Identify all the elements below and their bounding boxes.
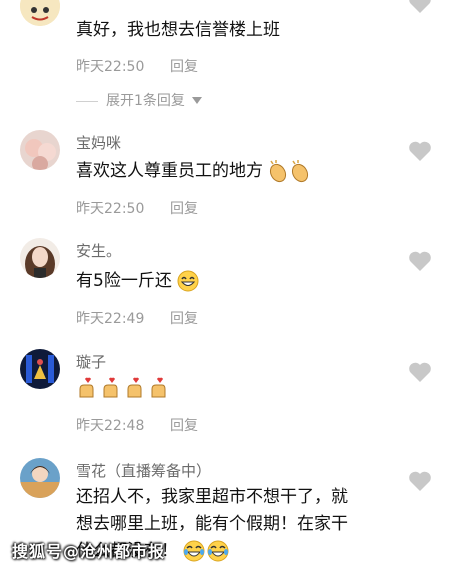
comment-1: 真好，我也想去信誉楼上班 昨天22:50 回复 展开1条回复 bbox=[0, 0, 450, 120]
chevron-down-icon bbox=[192, 97, 203, 104]
clapping-hands-icon bbox=[270, 160, 309, 183]
reply-button[interactable]: 回复 bbox=[170, 415, 198, 435]
avatar-image bbox=[20, 349, 60, 389]
comment-2: 宝妈咪 喜欢这人尊重员工的地方 昨天22:50 回复 bbox=[0, 128, 450, 228]
avatar[interactable] bbox=[20, 458, 60, 498]
user-name[interactable]: 宝妈咪 bbox=[76, 132, 121, 153]
comment-time: 昨天22:48 bbox=[76, 418, 145, 434]
watermark: 搜狐号@沧州都市报 bbox=[12, 542, 166, 561]
comment-4: 璇子 昨天22:48 回复 bbox=[0, 347, 450, 447]
finger-heart-icon bbox=[79, 377, 166, 398]
avatar-image bbox=[20, 458, 60, 498]
like-heart-icon[interactable] bbox=[408, 250, 432, 272]
user-name[interactable]: 安生。 bbox=[76, 240, 121, 261]
comment-text: 真好，我也想去信誉楼上班 bbox=[76, 20, 280, 40]
avatar-image bbox=[20, 130, 60, 170]
grinning-face-icon bbox=[177, 270, 199, 292]
expand-replies-button[interactable]: 展开1条回复 bbox=[76, 90, 203, 110]
comment-text-line-2: 想去哪里上班，能有个假期！在家干 bbox=[76, 514, 348, 534]
user-name[interactable]: 璇子 bbox=[76, 351, 106, 372]
comment-text-row bbox=[76, 376, 176, 403]
like-heart-icon[interactable] bbox=[408, 140, 432, 162]
avatar[interactable] bbox=[20, 238, 60, 278]
comment-text: 喜欢这人尊重员工的地方 bbox=[76, 161, 263, 181]
comment-text: 有5险一斤还 bbox=[76, 271, 172, 291]
comment-text-row: 喜欢这人尊重员工的地方 bbox=[76, 158, 312, 185]
avatar[interactable] bbox=[20, 130, 60, 170]
user-name[interactable]: 雪花（直播筹备中） bbox=[76, 460, 211, 481]
like-heart-icon[interactable] bbox=[408, 0, 432, 14]
like-heart-icon[interactable] bbox=[408, 361, 432, 383]
like-heart-icon[interactable] bbox=[408, 470, 432, 492]
comment-text-row: 有5险一斤还 bbox=[76, 268, 199, 295]
avatar-image bbox=[20, 238, 60, 278]
avatar-image bbox=[20, 0, 60, 26]
reply-button[interactable]: 回复 bbox=[170, 198, 198, 218]
avatar[interactable] bbox=[20, 0, 60, 26]
reply-button[interactable]: 回复 bbox=[170, 308, 198, 328]
reply-button[interactable]: 回复 bbox=[170, 56, 198, 76]
tears-of-joy-icon bbox=[183, 540, 229, 562]
avatar[interactable] bbox=[20, 349, 60, 389]
comment-text-line-1: 还招人不，我家里超市不想干了，就 bbox=[76, 487, 348, 507]
divider bbox=[76, 100, 98, 102]
comment-time: 昨天22:49 bbox=[76, 311, 145, 327]
comment-3: 安生。 有5险一斤还 昨天22:49 回复 bbox=[0, 236, 450, 336]
expand-replies-label: 展开1条回复 bbox=[106, 93, 185, 109]
comment-time: 昨天22:50 bbox=[76, 201, 145, 217]
comment-time: 昨天22:50 bbox=[76, 59, 145, 75]
